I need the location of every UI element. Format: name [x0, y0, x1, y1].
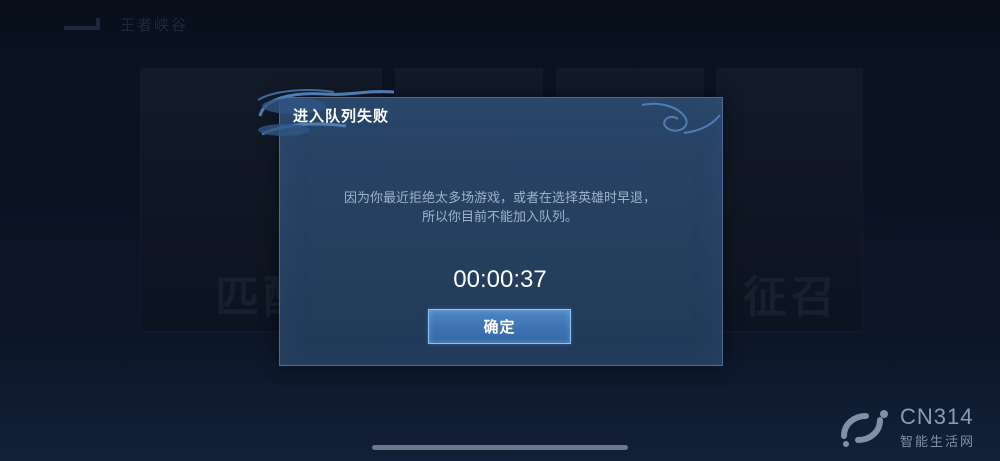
- cloud-ornament-icon: [641, 102, 721, 134]
- watermark-subtitle: 智能生活网: [900, 435, 976, 450]
- watermark: CN314 智能生活网: [836, 402, 986, 454]
- countdown-timer: 00:00:37: [453, 266, 547, 293]
- watermark-brand: CN314: [900, 404, 974, 429]
- home-indicator[interactable]: [372, 445, 628, 450]
- game-screen: 王者峡谷 匹配 征召 进入队列失败 因为你最近拒绝太多场游戏，或者在选择英雄时早…: [0, 0, 1000, 461]
- watermark-logo-icon: [841, 410, 888, 447]
- message-line: 所以你目前不能加入队列。: [421, 210, 578, 225]
- dialog-message: 因为你最近拒绝太多场游戏，或者在选择英雄时早退， 所以你目前不能加入队列。: [279, 189, 721, 227]
- confirm-button-label: 确定: [483, 318, 516, 336]
- confirm-button[interactable]: 确定: [428, 309, 571, 344]
- message-line: 因为你最近拒绝太多场游戏，或者在选择英雄时早退，: [343, 191, 656, 206]
- dialog-title: 进入队列失败: [293, 107, 390, 125]
